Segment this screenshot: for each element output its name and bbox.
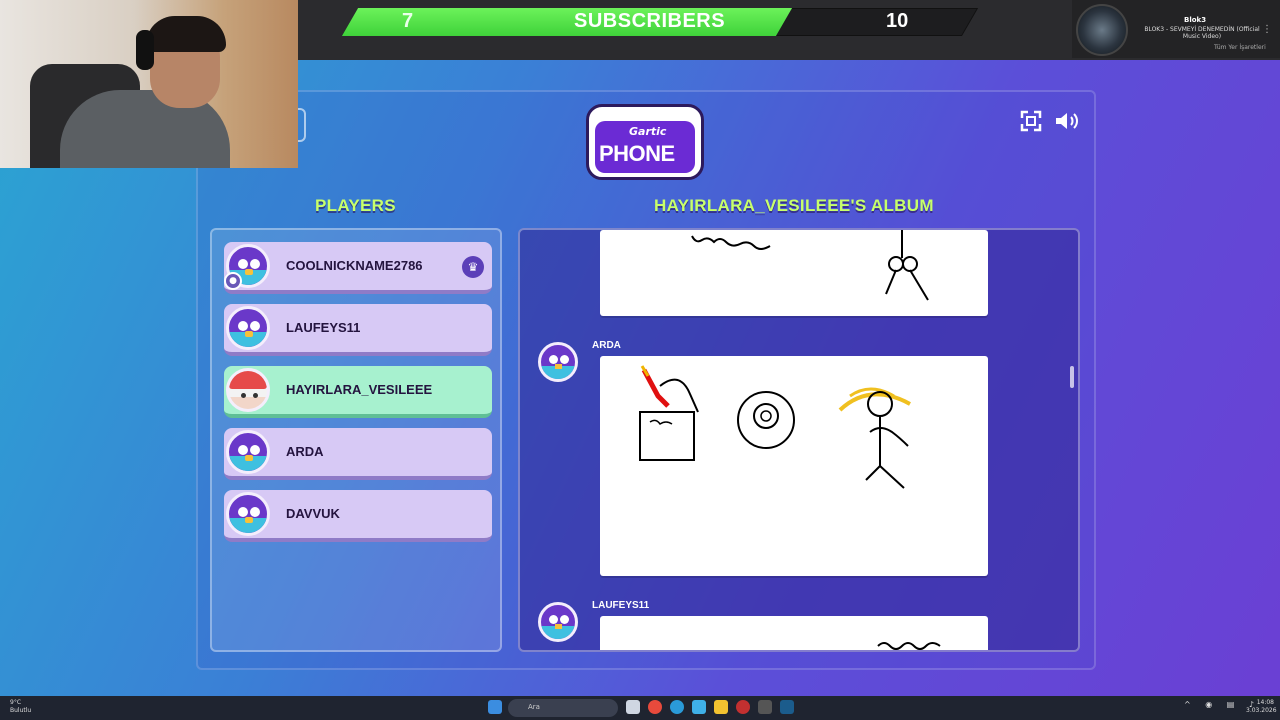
webcam-headset <box>136 30 154 70</box>
weather-desc: Bulutlu <box>10 707 32 714</box>
player-row[interactable]: ● COOLNICKNAME2786 ♛ <box>224 242 492 294</box>
player-row[interactable]: DAVVUK <box>224 490 492 542</box>
logo-top-text: Gartic <box>629 125 667 138</box>
copilot-icon[interactable] <box>692 700 706 714</box>
drawing-canvas <box>691 230 929 301</box>
subscriber-goal-bar: 7 SUBSCRIBERS 10 <box>341 8 979 36</box>
edge-icon[interactable] <box>670 700 684 714</box>
webcam-person-hair <box>146 16 226 52</box>
weather-temp: 9°C <box>10 699 22 706</box>
speaker-icon[interactable] <box>1054 110 1080 138</box>
user-icon: ● <box>224 272 242 290</box>
album-title: HAYIRLARA_VESILEEE'S ALBUM <box>654 196 934 215</box>
bird-avatar-icon <box>226 430 270 474</box>
drawing-canvas <box>639 365 911 489</box>
player-name: LAUFEYS11 <box>286 320 361 335</box>
logo-badge: Gartic PHONE <box>595 121 695 173</box>
clock-date: 3.03.2026 <box>1246 707 1277 714</box>
bird-avatar-icon <box>538 342 578 382</box>
album-drawing-card <box>600 356 988 576</box>
fullscreen-icon[interactable] <box>1020 110 1042 138</box>
taskbar-pinned-apps <box>488 700 502 714</box>
folder-icon[interactable] <box>714 700 728 714</box>
taskbar-app-icons <box>626 700 794 714</box>
player-row[interactable]: LAUFEYS11 <box>224 304 492 356</box>
back-button[interactable] <box>298 108 306 142</box>
all-bookmarks-link[interactable]: Tüm Yer İşaretleri <box>1214 44 1266 51</box>
player-name: DAVVUK <box>286 506 340 521</box>
gartic-phone-logo: Gartic PHONE <box>586 104 704 180</box>
bird-avatar-icon <box>226 306 270 350</box>
weather-widget[interactable]: 9°C Bulutlu <box>10 699 31 715</box>
record-icon[interactable] <box>736 700 750 714</box>
mushroom-avatar-icon <box>226 368 270 412</box>
album-drawing-card <box>600 230 988 316</box>
player-row-active[interactable]: HAYIRLARA_VESILEEE <box>224 366 492 418</box>
logo-main-text: PHONE <box>599 141 675 166</box>
album-author: LAUFEYS11 <box>592 600 650 611</box>
player-row[interactable]: ARDA <box>224 428 492 480</box>
taskbar-search-input[interactable]: Ara <box>508 699 618 717</box>
clock-time: 14:08 <box>1256 699 1274 706</box>
album-art <box>1076 4 1128 56</box>
more-vertical-icon[interactable]: ⋮ <box>1262 24 1272 35</box>
subscriber-label: SUBSCRIBERS <box>574 10 726 32</box>
chrome-icon[interactable] <box>648 700 662 714</box>
player-name: HAYIRLARA_VESILEEE <box>286 382 433 397</box>
windows-taskbar: 9°C Bulutlu Ara ^ ◉ ▤ ♪ 14:08 3.03.2026 <box>0 696 1280 720</box>
album-author: ARDA <box>592 340 621 351</box>
player-name: ARDA <box>286 444 324 459</box>
album-drawing-card <box>600 616 988 650</box>
music-artist: Blok3 <box>1184 16 1207 24</box>
music-title: BLOK3 - SEVMEYİ DENEMEDİN (Official Musi… <box>1144 26 1260 40</box>
album-scrollbar[interactable] <box>1070 366 1074 388</box>
app-icon[interactable] <box>758 700 772 714</box>
start-icon[interactable] <box>488 700 502 714</box>
subscriber-current: 7 <box>402 10 414 32</box>
task-view-icon[interactable] <box>626 700 640 714</box>
players-title: PLAYERS <box>315 196 396 215</box>
album-panel[interactable]: ARDA LAUFEYS11 <box>518 228 1080 652</box>
player-name: COOLNICKNAME2786 <box>286 258 423 273</box>
bird-avatar-icon <box>538 602 578 642</box>
players-panel: ● COOLNICKNAME2786 ♛ LAUFEYS11 HAYIRLARA… <box>210 228 502 652</box>
taskbar-clock[interactable]: 14:08 3.03.2026 <box>1246 699 1277 715</box>
subscriber-goal: 10 <box>886 10 909 32</box>
steam-icon[interactable] <box>780 700 794 714</box>
crown-icon: ♛ <box>462 256 484 278</box>
bird-avatar-icon <box>226 492 270 536</box>
drawing-canvas <box>877 642 941 650</box>
webcam-feed <box>0 0 298 168</box>
